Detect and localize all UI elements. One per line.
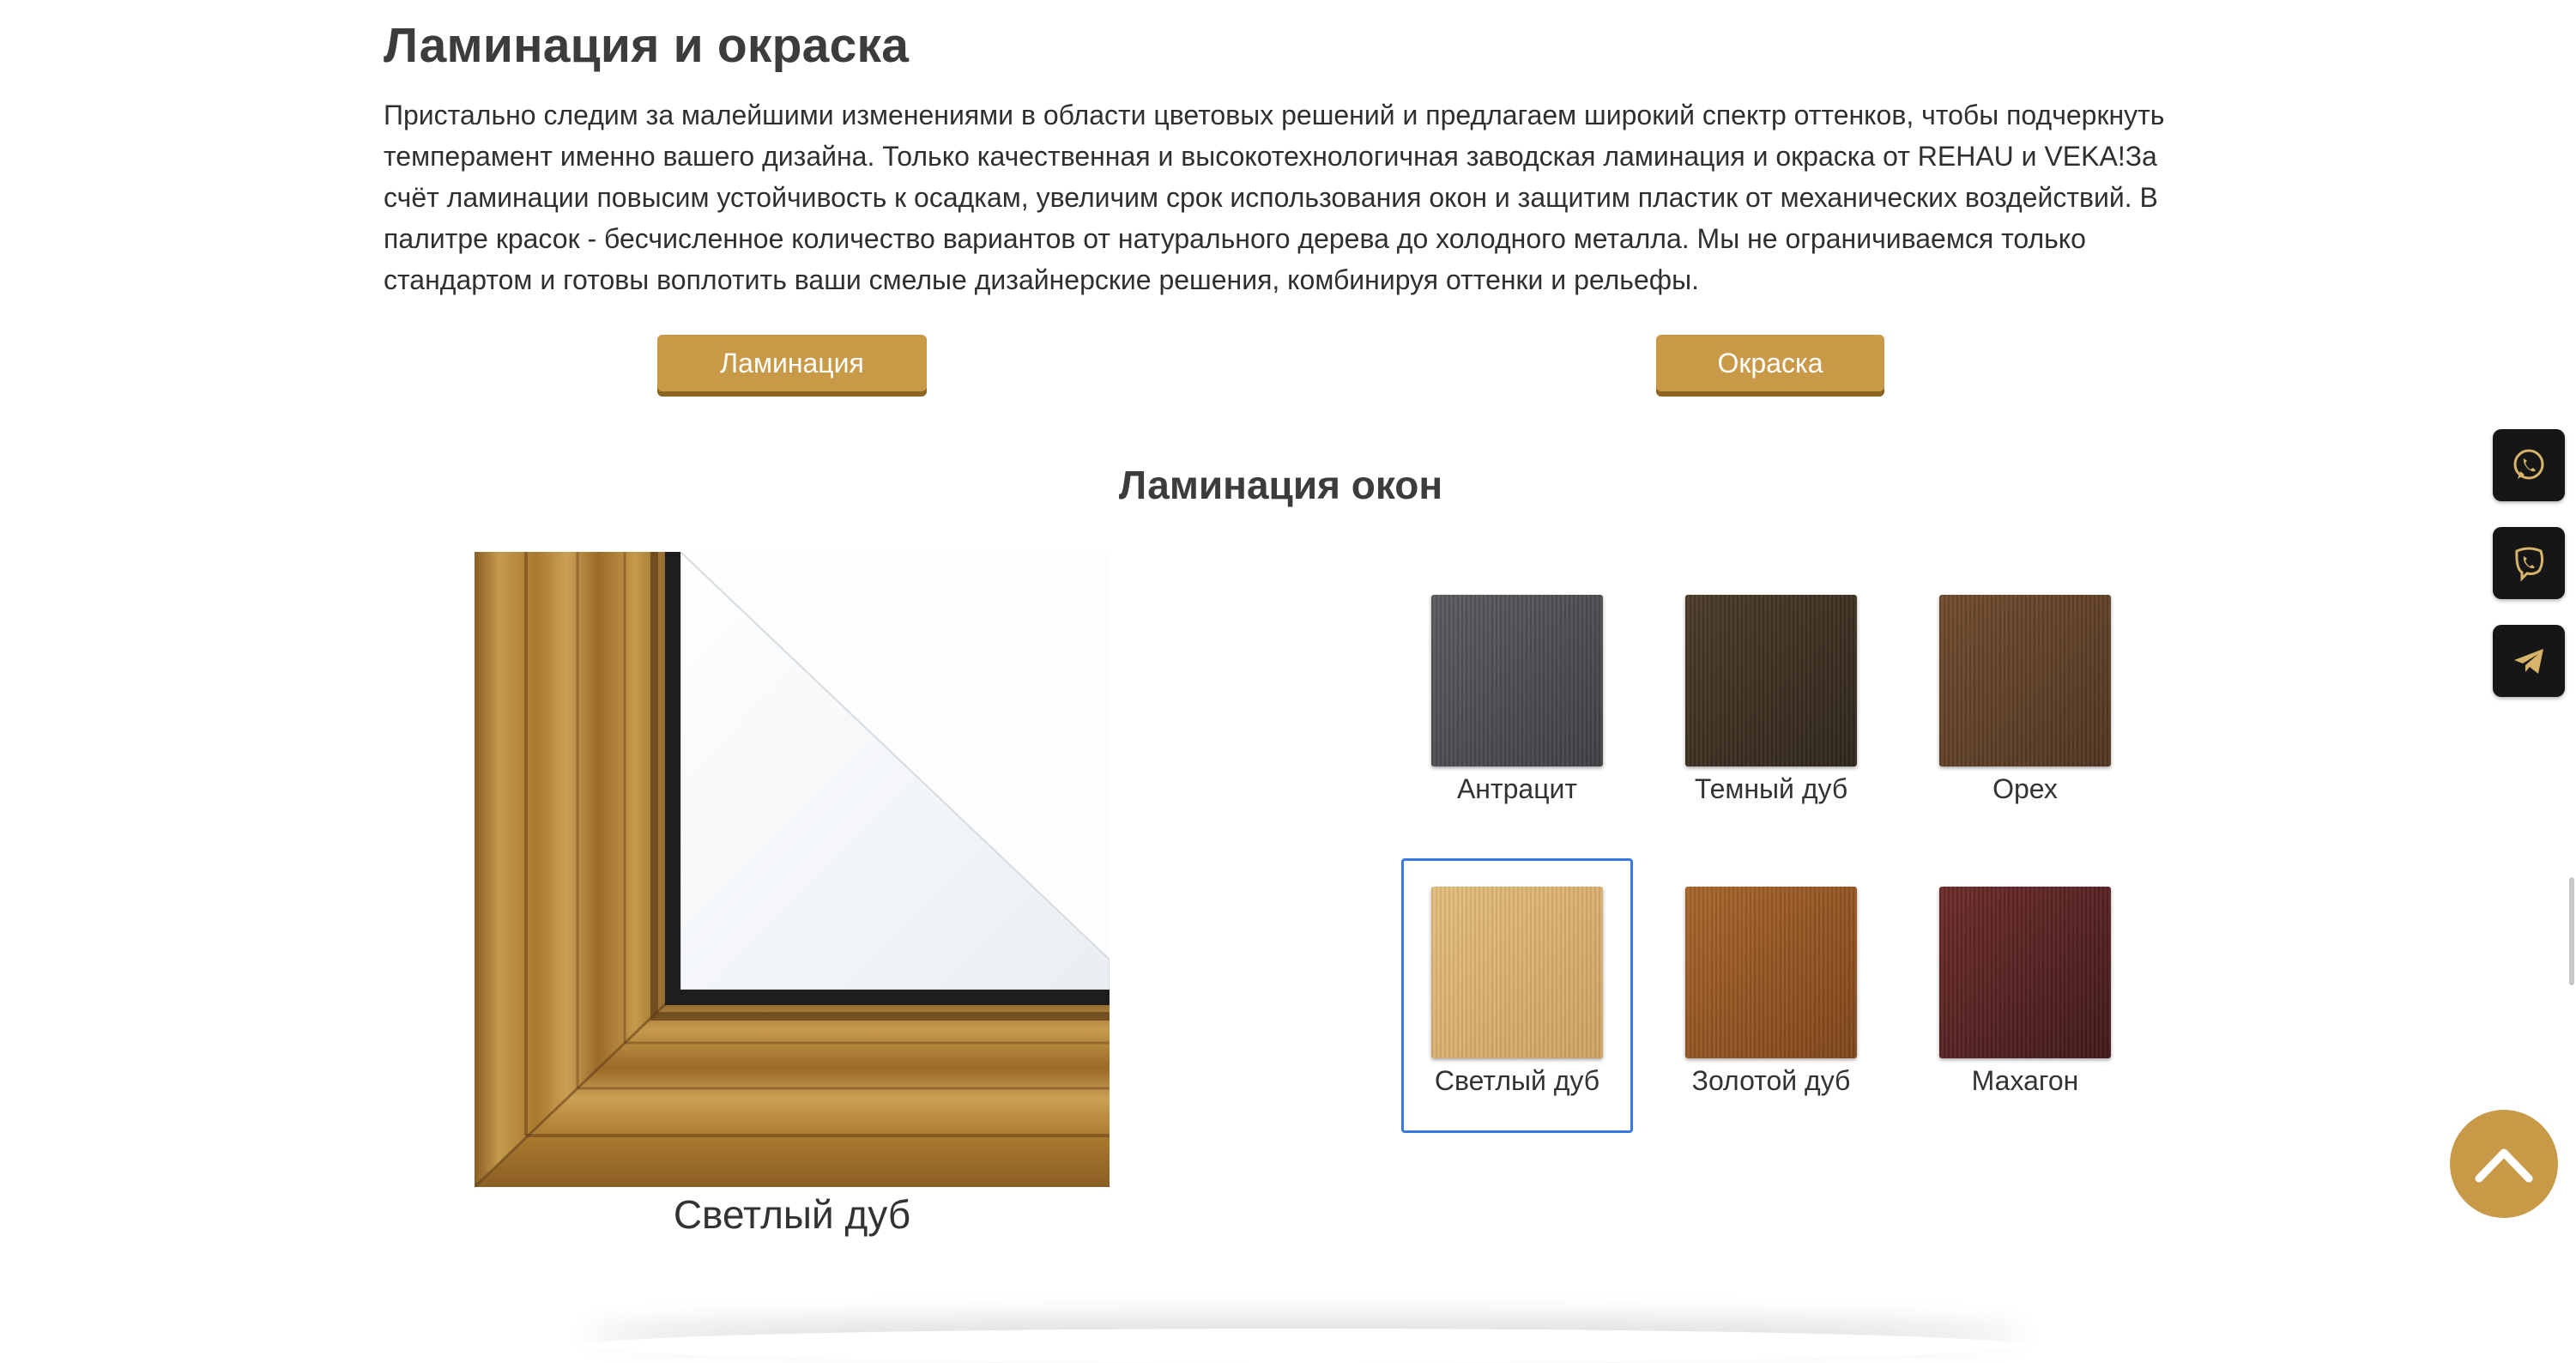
- swatch-card[interactable]: Антрацит: [1401, 566, 1633, 841]
- preview-caption: Светлый дуб: [673, 1192, 911, 1237]
- swatch-color-chip: [1939, 595, 2111, 766]
- next-section-shadow: [584, 1329, 2025, 1363]
- swatch-card[interactable]: Махагон: [1909, 858, 2141, 1133]
- swatch-color-chip: [1939, 887, 2111, 1058]
- swatch-label: Темный дуб: [1694, 773, 1848, 804]
- whatsapp-button[interactable]: [2493, 429, 2565, 501]
- chevron-up-icon: [2475, 1148, 2533, 1183]
- swatch-label: Махагон: [1971, 1065, 2079, 1096]
- viber-button[interactable]: [2493, 527, 2565, 599]
- telegram-button[interactable]: [2493, 625, 2565, 697]
- swatch-card[interactable]: Темный дуб: [1655, 566, 1887, 841]
- swatch-label: Светлый дуб: [1434, 1065, 1600, 1096]
- telegram-icon: [2514, 649, 2543, 674]
- gallery-title: Ламинация окон: [1118, 463, 1443, 507]
- swatch-color-chip: [1685, 887, 1857, 1058]
- section-title: Ламинация и окраска: [384, 18, 910, 73]
- swatch-card[interactable]: Светлый дуб: [1401, 858, 1633, 1133]
- swatch-card[interactable]: Золотой дуб: [1655, 858, 1887, 1133]
- scroll-to-top-button[interactable]: [2450, 1110, 2558, 1218]
- swatch-label: Антрацит: [1456, 773, 1578, 804]
- page-scrollbar[interactable]: [2569, 877, 2574, 985]
- swatch-card[interactable]: Орех: [1909, 566, 2141, 841]
- lamination-tab-button[interactable]: Ламинация: [657, 335, 927, 391]
- swatch-label: Золотой дуб: [1691, 1065, 1851, 1096]
- swatch-color-chip: [1431, 595, 1603, 766]
- swatch-color-chip: [1685, 595, 1857, 766]
- swatch-label: Орех: [1992, 773, 2058, 804]
- window-frame-preview-image: [475, 552, 1110, 1187]
- swatch-color-chip: [1431, 887, 1603, 1058]
- section-description: Пристально следим за малейшими изменения…: [384, 100, 2165, 295]
- paint-tab-button[interactable]: Окраска: [1656, 335, 1884, 391]
- whatsapp-icon: [2513, 449, 2544, 480]
- viber-icon: [2515, 547, 2544, 582]
